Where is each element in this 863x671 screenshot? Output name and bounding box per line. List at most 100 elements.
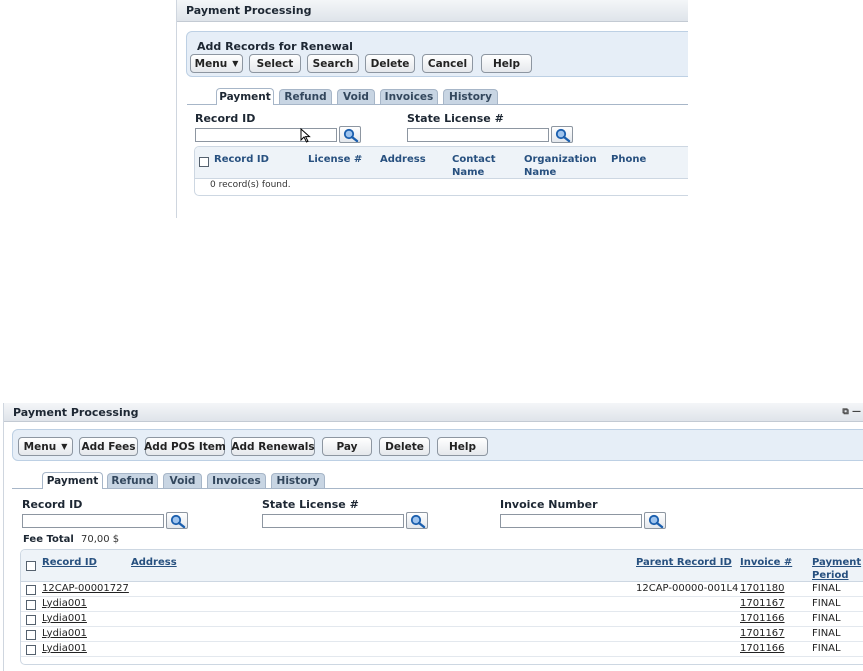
col-parent-record-id[interactable]: Parent Record ID [636, 556, 732, 569]
row-checkbox[interactable] [26, 645, 36, 655]
col-organization-name[interactable]: Organization Name [524, 153, 597, 179]
table-row: 12CAP-00001727 12CAP-00000-001L4 1701180… [21, 582, 863, 597]
row-parent-record-id: 12CAP-00000-001L4 [636, 583, 739, 594]
tab-payment[interactable]: Payment [216, 88, 274, 105]
tab-invoices[interactable]: Invoices [380, 89, 438, 104]
state-license-label: State License # [407, 112, 504, 125]
records-grid: Record ID License # Address Contact Name… [194, 146, 688, 196]
col-address[interactable]: Address [380, 153, 426, 166]
tab-history[interactable]: History [271, 473, 325, 488]
row-invoice-link[interactable]: 1701167 [740, 628, 785, 639]
menu-arrow-icon: ▼ [232, 59, 239, 68]
col-address[interactable]: Address [131, 556, 177, 569]
magnifier-icon [343, 128, 359, 142]
add-fees-button[interactable]: Add Fees [79, 437, 138, 456]
row-invoice-link[interactable]: 1701166 [740, 613, 785, 624]
row-checkbox[interactable] [26, 585, 36, 595]
col-invoice[interactable]: Invoice # [740, 556, 792, 569]
row-record-id-link[interactable]: 12CAP-00001727 [42, 583, 129, 594]
magnifier-icon [410, 514, 426, 528]
no-records-message: 0 record(s) found. [210, 180, 291, 190]
magnifier-icon [170, 514, 186, 528]
record-id-label: Record ID [22, 498, 83, 511]
menu-button[interactable]: Menu ▼ [18, 437, 73, 456]
col-record-id[interactable]: Record ID [214, 153, 269, 166]
row-payment-period: FINAL [812, 628, 841, 639]
payment-processing-panel-top: Payment Processing Add Records for Renew… [176, 0, 688, 218]
record-id-input[interactable] [195, 128, 337, 142]
delete-button[interactable]: Delete [365, 54, 415, 73]
col-phone[interactable]: Phone [611, 153, 646, 166]
tab-history[interactable]: History [443, 89, 498, 104]
minimize-icon[interactable]: — [852, 407, 861, 417]
table-row: Lydia001 1701166 FINAL [21, 612, 863, 627]
row-payment-period: FINAL [812, 598, 841, 609]
grid-header: Record ID License # Address Contact Name… [195, 147, 688, 179]
row-payment-period: FINAL [812, 643, 841, 654]
add-renewals-button[interactable]: Add Renewals [231, 437, 315, 456]
tab-void[interactable]: Void [337, 89, 375, 104]
record-id-search-button[interactable] [339, 126, 361, 143]
tab-strip: Payment Refund Void Invoices History [177, 88, 688, 105]
state-license-input[interactable] [262, 514, 404, 528]
row-checkbox[interactable] [26, 615, 36, 625]
invoice-number-label: Invoice Number [500, 498, 598, 511]
row-invoice-link[interactable]: 1701167 [740, 598, 785, 609]
state-license-label: State License # [262, 498, 359, 511]
col-organization-name-line2: Name [524, 167, 557, 178]
col-payment-period-line2: Period [812, 570, 849, 581]
record-id-label: Record ID [195, 112, 256, 125]
panel-title: Payment Processing ⧉ — [4, 403, 863, 422]
mouse-cursor-icon [300, 128, 311, 143]
row-checkbox[interactable] [26, 630, 36, 640]
popout-icon[interactable]: ⧉ [842, 407, 848, 417]
select-button[interactable]: Select [249, 54, 301, 73]
help-button[interactable]: Help [481, 54, 532, 73]
select-all-checkbox[interactable] [26, 561, 36, 571]
col-contact-name-line1: Contact [452, 154, 496, 165]
row-invoice-link[interactable]: 1701166 [740, 643, 785, 654]
col-contact-name[interactable]: Contact Name [452, 153, 496, 179]
action-title: Add Records for Renewal [197, 40, 353, 53]
col-record-id[interactable]: Record ID [42, 556, 97, 569]
cancel-button[interactable]: Cancel [422, 54, 473, 73]
help-button[interactable]: Help [437, 437, 488, 456]
row-record-id-link[interactable]: Lydia001 [42, 598, 87, 609]
state-license-search-button[interactable] [406, 512, 428, 529]
col-payment-period[interactable]: Payment Period [812, 556, 861, 582]
row-payment-period: FINAL [812, 613, 841, 624]
tab-void[interactable]: Void [163, 473, 202, 488]
record-id-search-button[interactable] [166, 512, 188, 529]
col-license[interactable]: License # [308, 153, 362, 166]
delete-button[interactable]: Delete [379, 437, 430, 456]
menu-arrow-icon: ▼ [61, 442, 68, 451]
panel-title: Payment Processing [177, 0, 688, 22]
table-row: Lydia001 1701166 FINAL [21, 642, 863, 657]
row-record-id-link[interactable]: Lydia001 [42, 613, 87, 624]
pay-button[interactable]: Pay [322, 437, 372, 456]
state-license-input[interactable] [407, 128, 549, 142]
state-license-search-button[interactable] [551, 126, 573, 143]
tab-payment[interactable]: Payment [42, 472, 103, 489]
menu-button[interactable]: Menu ▼ [190, 54, 243, 73]
row-record-id-link[interactable]: Lydia001 [42, 643, 87, 654]
tab-baseline [12, 488, 863, 489]
select-all-checkbox[interactable] [199, 157, 209, 167]
row-invoice-link[interactable]: 1701180 [740, 583, 785, 594]
panel-window-controls[interactable]: ⧉ — [842, 407, 861, 417]
add-pos-item-button[interactable]: Add POS Item [144, 437, 226, 456]
menu-button-label: Menu [23, 440, 57, 453]
table-row: Lydia001 1701167 FINAL [21, 597, 863, 612]
row-checkbox[interactable] [26, 600, 36, 610]
add-records-action-box: Add Records for Renewal Menu ▼ Select Se… [186, 31, 688, 77]
tab-refund[interactable]: Refund [107, 473, 158, 488]
invoice-number-search-button[interactable] [644, 512, 666, 529]
tab-refund[interactable]: Refund [279, 89, 332, 104]
search-button[interactable]: Search [307, 54, 359, 73]
record-id-input[interactable] [22, 514, 164, 528]
row-record-id-link[interactable]: Lydia001 [42, 628, 87, 639]
tab-invoices[interactable]: Invoices [207, 473, 266, 488]
invoice-number-input[interactable] [500, 514, 642, 528]
payment-action-box: Menu ▼ Add Fees Add POS Item Add Renewal… [12, 429, 863, 461]
menu-button-label: Menu [194, 57, 228, 70]
